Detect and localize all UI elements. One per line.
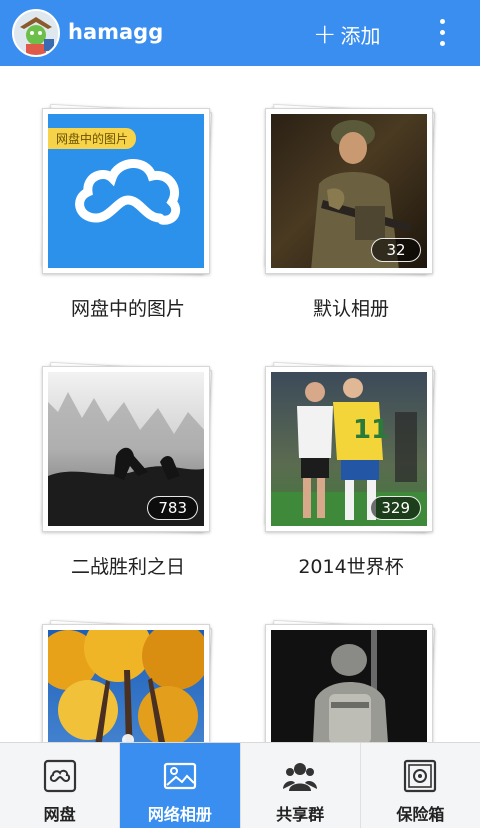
soldier-back-photo xyxy=(313,630,388,742)
tab-safe[interactable]: 保险箱 xyxy=(361,743,480,828)
photo-album-icon xyxy=(163,762,196,790)
tab-photo-album[interactable]: 网络相册 xyxy=(120,743,241,828)
album-cover: 网盘中的图片 xyxy=(48,114,204,268)
cloud-drive-icon xyxy=(43,759,76,793)
tab-label: 网盘 xyxy=(43,805,76,824)
tab-share-group[interactable]: 共享群 xyxy=(241,743,361,828)
album-cover: 783 xyxy=(48,372,204,526)
album-name: 2014世界杯 xyxy=(298,556,404,578)
top-app-bar: hamagg + 添加 xyxy=(0,0,480,66)
album-grid[interactable]: 网盘中的图片 网盘中的图片 32 默认相册 783 二战胜利之日 11 329 … xyxy=(0,66,480,742)
add-button-label: 添加 xyxy=(340,23,381,48)
photo-count-badge: 329 xyxy=(370,496,421,520)
safe-icon xyxy=(404,759,437,793)
album-name: 默认相册 xyxy=(312,298,389,320)
username-label: hamagg xyxy=(68,20,164,44)
album-cover: 32 xyxy=(271,114,427,268)
album-name: 二战胜利之日 xyxy=(70,556,185,578)
tab-netdisk[interactable]: 网盘 xyxy=(0,743,121,828)
svg-text:11: 11 xyxy=(353,415,389,445)
album-cover xyxy=(48,630,204,742)
photo-count-badge: 783 xyxy=(147,496,198,520)
tab-label: 网络相册 xyxy=(147,805,212,824)
plus-icon: + xyxy=(313,17,337,50)
more-options-icon[interactable] xyxy=(430,16,454,52)
add-button[interactable]: + 添加 xyxy=(313,18,380,50)
album-cover xyxy=(271,630,427,742)
tab-label: 保险箱 xyxy=(396,805,445,824)
autumn-trees-photo xyxy=(48,630,204,742)
cloud-icon xyxy=(75,159,181,225)
avatar-image xyxy=(14,11,58,55)
photo-count-badge: 32 xyxy=(371,238,421,262)
album-cover: 11 329 xyxy=(271,372,427,526)
album-name: 网盘中的图片 xyxy=(70,298,185,320)
bottom-tab-bar: 网盘 网络相册 共享群 保险箱 xyxy=(0,742,480,828)
tab-label: 共享群 xyxy=(276,805,325,824)
user-avatar[interactable] xyxy=(12,9,60,57)
group-icon xyxy=(283,763,318,791)
